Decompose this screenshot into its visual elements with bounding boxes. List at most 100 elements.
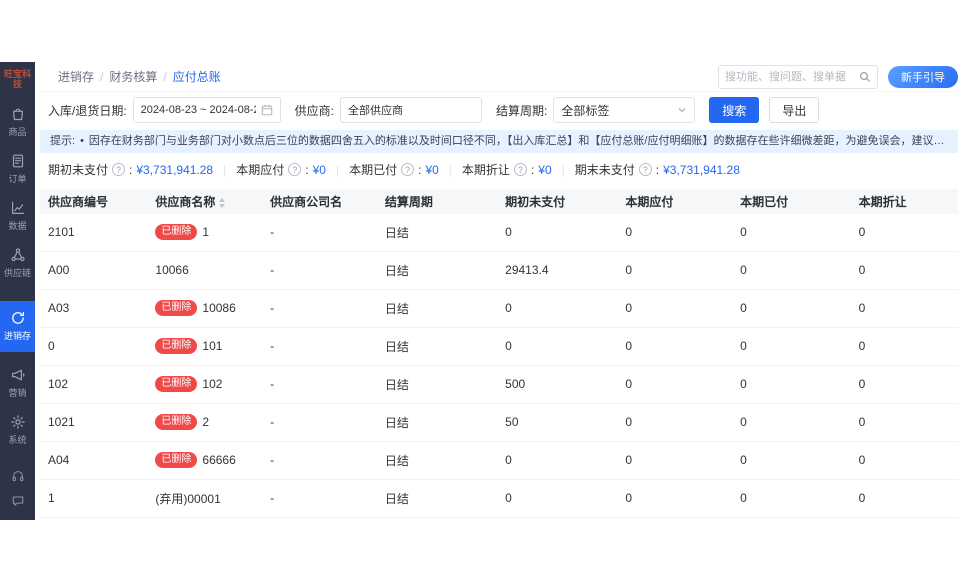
deleted-badge: 已删除: [155, 376, 197, 392]
chevron-down-icon: [677, 105, 687, 115]
supplier-name-text: 102: [202, 377, 222, 391]
supplier-input[interactable]: [348, 104, 474, 116]
table-row[interactable]: 1021 已删除 2 - 日结 50 0 0 0: [40, 404, 958, 442]
cell-company-name: -: [262, 453, 377, 467]
colon: :: [418, 163, 421, 177]
data-icon: [10, 200, 26, 216]
cell-current-payable: 0: [617, 225, 732, 239]
table-row[interactable]: 1 (弃用)00001 - 日结 0 0 0 0: [40, 480, 958, 518]
supplier-filter[interactable]: [340, 97, 482, 123]
sidebar-item-marketing[interactable]: 营销: [0, 360, 35, 407]
colon: :: [305, 163, 308, 177]
help-icon[interactable]: ?: [112, 163, 125, 176]
sidebar-item-orders[interactable]: 订单: [0, 146, 35, 193]
cell-company-name: -: [262, 377, 377, 391]
col-supplier-name-label: 供应商名称: [155, 195, 215, 209]
cell-settlement-period: 日结: [377, 452, 497, 469]
goods-icon: [10, 106, 26, 122]
search-icon[interactable]: [859, 71, 871, 83]
cell-current-payable: 0: [617, 301, 732, 315]
cell-settlement-period: 日结: [377, 414, 497, 431]
hint-bar: 提示: • 因存在财务部门与业务部门对小数点后三位的数据四舍五入的标准以及时间口…: [40, 130, 958, 153]
cell-supplier-name: 已删除 10086: [147, 300, 262, 316]
cell-current-paid: 0: [732, 453, 850, 467]
deleted-badge: 已删除: [155, 224, 197, 240]
sort-icon[interactable]: [219, 198, 225, 208]
period-select-value: 全部标签: [561, 102, 609, 119]
cell-current-payable: 0: [617, 339, 732, 353]
cell-current-discount: 0: [851, 491, 958, 505]
summary-value: ¥0: [425, 163, 438, 177]
cell-current-paid: 0: [732, 491, 850, 505]
help-icon[interactable]: ?: [514, 163, 527, 176]
topbar-right: 新手引导: [718, 65, 958, 89]
sidebar-item-label: 进销存: [4, 329, 31, 342]
system-icon: [10, 414, 26, 430]
cell-supplier-name: 已删除 102: [147, 376, 262, 392]
cell-company-name: -: [262, 263, 377, 277]
breadcrumb-item[interactable]: 财务核算: [109, 68, 157, 85]
sidebar-item-system[interactable]: 系统: [0, 407, 35, 454]
sidebar-item-data[interactable]: 数据: [0, 193, 35, 240]
cell-supplier-name: 已删除 101: [147, 338, 262, 354]
cell-current-discount: 0: [851, 453, 958, 467]
help-icon[interactable]: ?: [288, 163, 301, 176]
summary-bar: 期初未支付 ? : ¥3,731,941.28 | 本期应付 ? : ¥0 |: [40, 156, 958, 184]
cell-current-discount: 0: [851, 377, 958, 391]
hint-bullet: •: [80, 134, 84, 149]
summary-value: ¥0: [538, 163, 551, 177]
cell-company-name: -: [262, 491, 377, 505]
cell-current-discount: 0: [851, 339, 958, 353]
cell-settlement-period: 日结: [377, 490, 497, 507]
calendar-icon: [261, 104, 273, 116]
cell-supplier-code: A03: [40, 301, 147, 315]
date-range-picker[interactable]: [133, 97, 281, 123]
summary-label: 本期折让: [462, 161, 510, 178]
supplier-name-text: 10086: [202, 301, 235, 315]
headset-icon[interactable]: [11, 469, 25, 483]
table-row[interactable]: 0 已删除 101 - 日结 0 0 0 0: [40, 328, 958, 366]
col-supplier-name[interactable]: 供应商名称: [147, 193, 262, 210]
date-range-input[interactable]: [141, 104, 256, 116]
app-window: 旺宝科技 商品 订单: [0, 62, 966, 520]
cell-opening-unpaid: 50: [497, 415, 617, 429]
supply-chain-icon: [10, 247, 26, 263]
cell-current-discount: 0: [851, 263, 958, 277]
deleted-badge: 已删除: [155, 300, 197, 316]
summary-separator: |: [336, 163, 339, 177]
cell-opening-unpaid: 29413.4: [497, 263, 617, 277]
table-row[interactable]: A03 已删除 10086 - 日结 0 0 0 0: [40, 290, 958, 328]
global-search-input[interactable]: [725, 71, 859, 83]
payable-ledger-table: 供应商编号 供应商名称 供应商公司名 结算周期 期初未支付 本期应付 本期已付 …: [40, 189, 958, 518]
cell-current-paid: 0: [732, 415, 850, 429]
table-row[interactable]: A04 已删除 66666 - 日结 0 0 0 0: [40, 442, 958, 480]
sidebar-item-inventory[interactable]: 进销存: [0, 301, 35, 352]
period-select[interactable]: 全部标签: [553, 97, 695, 123]
sidebar-item-goods[interactable]: 商品: [0, 99, 35, 146]
help-icon[interactable]: ?: [401, 163, 414, 176]
cell-company-name: -: [262, 225, 377, 239]
message-icon[interactable]: [11, 494, 25, 508]
breadcrumb-separator: /: [100, 70, 103, 84]
help-icon[interactable]: ?: [639, 163, 652, 176]
cell-settlement-period: 日结: [377, 224, 497, 241]
cell-supplier-code: 1: [40, 491, 147, 505]
sidebar-item-supply-chain[interactable]: 供应链: [0, 240, 35, 287]
summary-label: 期初未支付: [48, 161, 108, 178]
search-button[interactable]: 搜索: [709, 97, 759, 123]
table-row[interactable]: A00 10066 - 日结 29413.4 0 0 0: [40, 252, 958, 290]
newbie-guide-button[interactable]: 新手引导: [888, 66, 958, 88]
cell-opening-unpaid: 0: [497, 453, 617, 467]
supplier-name-text: 10066: [155, 263, 188, 277]
table-row[interactable]: 102 已删除 102 - 日结 500 0 0 0: [40, 366, 958, 404]
colon: :: [656, 163, 659, 177]
cell-supplier-code: 2101: [40, 225, 147, 239]
app-logo: 旺宝科技: [0, 62, 35, 99]
breadcrumb-item[interactable]: 进销存: [58, 68, 94, 85]
export-button[interactable]: 导出: [769, 97, 819, 123]
supplier-name-text: 2: [202, 415, 209, 429]
cell-supplier-code: 0: [40, 339, 147, 353]
table-row[interactable]: 2101 已删除 1 - 日结 0 0 0 0: [40, 214, 958, 252]
cell-supplier-name: (弃用)00001: [147, 490, 262, 507]
cell-opening-unpaid: 0: [497, 339, 617, 353]
